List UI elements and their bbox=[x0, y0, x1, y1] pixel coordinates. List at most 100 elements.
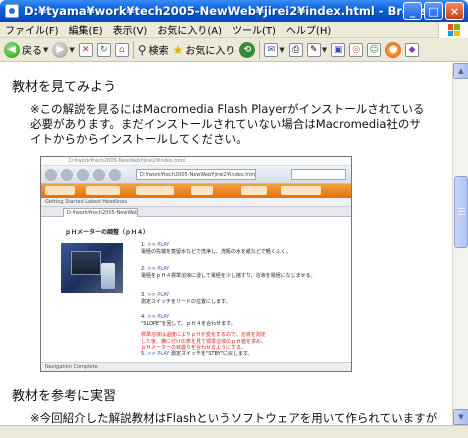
menu-help[interactable]: ヘルプ(H) bbox=[281, 22, 336, 37]
window-title: D:¥tyama¥work¥tech2005-NewWeb¥jirei2¥ind… bbox=[24, 4, 441, 18]
history-button[interactable]: ⟲ bbox=[237, 40, 257, 60]
embedded-stop-icon bbox=[93, 169, 105, 181]
embedded-orange-toolbar bbox=[41, 184, 351, 198]
embedded-step: 2. >> PLAY 電極をｐＨ４標準溶液に浸して電極を少し揺すり、溶液を電極に… bbox=[141, 266, 316, 280]
step-number: 4. bbox=[141, 314, 146, 320]
scroll-thumb[interactable] bbox=[454, 176, 468, 248]
toolbar-separator bbox=[259, 40, 261, 59]
back-arrow-icon: ◀ bbox=[4, 41, 20, 58]
favorites-label: お気に入り bbox=[185, 46, 236, 57]
embedded-reload-icon bbox=[77, 169, 89, 181]
embedded-heading: ｐＨメーターの調整（ｐＨ４） bbox=[65, 229, 150, 236]
title-bar: D:¥tyama¥work¥tech2005-NewWeb¥jirei2¥ind… bbox=[0, 0, 468, 22]
messenger-button[interactable]: ☺ bbox=[365, 40, 383, 60]
mail-icon: ✉ bbox=[264, 42, 279, 57]
step-text: 測定スイッチを"STBY"に戻します。 bbox=[170, 351, 253, 357]
section-heading-practice: 教材を参考に実習 bbox=[12, 389, 117, 404]
step-number: 2. bbox=[141, 266, 146, 272]
embedded-tab-bar: D:¥work¥tech2005-NewWeb¥jirei2 bbox=[41, 207, 351, 217]
menu-favorites[interactable]: お気に入り(A) bbox=[152, 22, 227, 37]
edit-button[interactable]: ✎ ▼ bbox=[305, 40, 329, 60]
play-link: >> PLAY bbox=[147, 351, 170, 357]
menu-edit[interactable]: 編集(E) bbox=[64, 22, 108, 37]
forward-dropdown-icon[interactable]: ▼ bbox=[69, 46, 74, 54]
search-label: 検索 bbox=[148, 46, 169, 57]
step-text: 測定スイッチをリードの位置にします。 bbox=[141, 299, 231, 305]
discuss-button[interactable]: ▣ bbox=[329, 40, 347, 60]
embedded-step: 1. >> PLAY 電極の先端を蒸留水などで洗浄し、洗瓶の水を紙などで軽くふく… bbox=[141, 242, 291, 256]
embedded-back-icon bbox=[45, 169, 57, 181]
stop-icon: ✕ bbox=[78, 42, 93, 57]
play-link: >> PLAY bbox=[147, 314, 170, 320]
embedded-page-body: ｐＨメーターの調整（ｐＨ４） 1. >> PLAY 電極の先端を蒸留水などで洗浄… bbox=[41, 218, 351, 363]
embedded-screenshot: D:¥work¥tech2005-NewWeb¥jirei2¥index.htm… bbox=[40, 156, 352, 372]
embedded-forward-icon bbox=[61, 169, 73, 181]
back-button[interactable]: ◀ 戻る ▼ bbox=[2, 40, 50, 60]
messenger-icon: ☺ bbox=[367, 42, 382, 57]
embedded-bookmarks-bar: Getting Started Latest Headlines bbox=[41, 198, 351, 207]
step-text: 電極をｐＨ４標準溶液に浸して電極を少し揺すり、溶液を電極になじませる。 bbox=[141, 273, 316, 279]
step-number: 5. bbox=[141, 351, 146, 357]
refresh-button[interactable]: ↻ bbox=[95, 40, 113, 60]
star-icon: ★ bbox=[172, 42, 184, 57]
toolbar: ◀ 戻る ▼ ▶ ▼ ✕ ↻ ⌂ ⚲ 検索 ★ お気に入り ⟲ ✉ ▼ ⎙ ✎ … bbox=[0, 38, 468, 62]
menu-bar: ファイル(F) 編集(E) 表示(V) お気に入り(A) ツール(T) ヘルプ(… bbox=[0, 22, 468, 38]
play-link: >> PLAY bbox=[147, 266, 170, 272]
embedded-url-bar: D:¥work¥tech2005-NewWeb¥jirei2¥index.htm… bbox=[136, 169, 256, 180]
embedded-step: 3. >> PLAY 測定スイッチをリードの位置にします。 bbox=[141, 292, 231, 306]
minimize-button[interactable]: _ bbox=[403, 2, 422, 20]
research-icon: ◎ bbox=[349, 42, 364, 57]
flash-notice-text: ※この解説を見るにはMacromedia Flash Playerがインストール… bbox=[30, 102, 425, 146]
research-button[interactable]: ◎ bbox=[347, 40, 365, 60]
refresh-icon: ↻ bbox=[96, 42, 111, 57]
page-content: 教材を見てみよう ※この解説を見るにはMacromedia Flash Play… bbox=[0, 63, 452, 425]
history-icon: ⟲ bbox=[239, 41, 256, 58]
mail-dropdown-icon[interactable]: ▼ bbox=[279, 46, 284, 54]
embedded-navbar: D:¥work¥tech2005-NewWeb¥jirei2¥index.htm… bbox=[41, 166, 351, 184]
windows-logo-icon bbox=[438, 22, 468, 38]
embedded-search-box bbox=[291, 169, 346, 180]
menu-file[interactable]: ファイル(F) bbox=[0, 22, 64, 37]
embedded-step: 4. >> PLAY "SLOPE"を回して、ｐＨ４を合わせます。 bbox=[141, 314, 236, 328]
back-label: 戻る bbox=[22, 46, 42, 57]
extension-button[interactable]: ◆ bbox=[403, 40, 421, 60]
ph-meter-photo bbox=[61, 243, 123, 293]
search-button[interactable]: ⚲ 検索 bbox=[136, 40, 171, 60]
toolbar-separator bbox=[132, 40, 134, 59]
stop-button[interactable]: ✕ bbox=[77, 40, 95, 60]
play-link: >> PLAY bbox=[147, 292, 170, 298]
status-bar bbox=[0, 425, 468, 438]
extension-icon: ◆ bbox=[405, 42, 420, 57]
section-heading-view: 教材を見てみよう bbox=[12, 80, 117, 95]
step-number: 3. bbox=[141, 292, 146, 298]
forward-button[interactable]: ▶ ▼ bbox=[50, 40, 76, 60]
media-icon: ● bbox=[385, 41, 402, 58]
menu-tools[interactable]: ツール(T) bbox=[227, 22, 281, 37]
step-number: 1. bbox=[141, 242, 146, 248]
flash-explanation-text: ※今回紹介した解説教材はFlashというソフトウェアを用いて作られていますが bbox=[30, 411, 438, 425]
media-button[interactable]: ● bbox=[383, 40, 403, 60]
home-button[interactable]: ⌂ bbox=[113, 40, 131, 60]
embedded-step: 5. >> PLAY 測定スイッチを"STBY"に戻します。 bbox=[141, 351, 253, 358]
mail-button[interactable]: ✉ ▼ bbox=[262, 40, 286, 60]
edit-icon: ✎ bbox=[306, 42, 321, 57]
embedded-tab: D:¥work¥tech2005-NewWeb¥jirei2 bbox=[63, 208, 138, 217]
step-text: 電極の先端を蒸留水などで洗浄し、洗瓶の水を紙などで軽くふく。 bbox=[141, 249, 291, 255]
scroll-up-button[interactable]: ▲ bbox=[453, 63, 468, 79]
print-icon: ⎙ bbox=[288, 42, 303, 57]
print-button[interactable]: ⎙ bbox=[287, 40, 305, 60]
close-button[interactable]: × bbox=[445, 2, 464, 20]
back-dropdown-icon[interactable]: ▼ bbox=[43, 46, 48, 54]
maximize-button[interactable]: □ bbox=[424, 2, 443, 20]
menu-view[interactable]: 表示(V) bbox=[108, 22, 153, 37]
embedded-red-note: 標準溶液は温度によりｐＨが変化するので、溶液を測定した後、横に付けの表を見て標準… bbox=[141, 332, 267, 351]
vertical-scrollbar[interactable]: ▲ ▼ bbox=[452, 63, 468, 425]
embedded-title: D:¥work¥tech2005-NewWeb¥jirei2¥index.htm… bbox=[41, 157, 351, 166]
scroll-down-button[interactable]: ▼ bbox=[453, 409, 468, 425]
forward-arrow-icon: ▶ bbox=[52, 41, 69, 58]
edit-dropdown-icon[interactable]: ▼ bbox=[322, 46, 327, 54]
window-controls: _ □ × bbox=[403, 2, 464, 20]
favorites-button[interactable]: ★ お気に入り bbox=[171, 40, 238, 60]
play-link: >> PLAY bbox=[147, 242, 170, 248]
search-icon: ⚲ bbox=[137, 42, 147, 57]
